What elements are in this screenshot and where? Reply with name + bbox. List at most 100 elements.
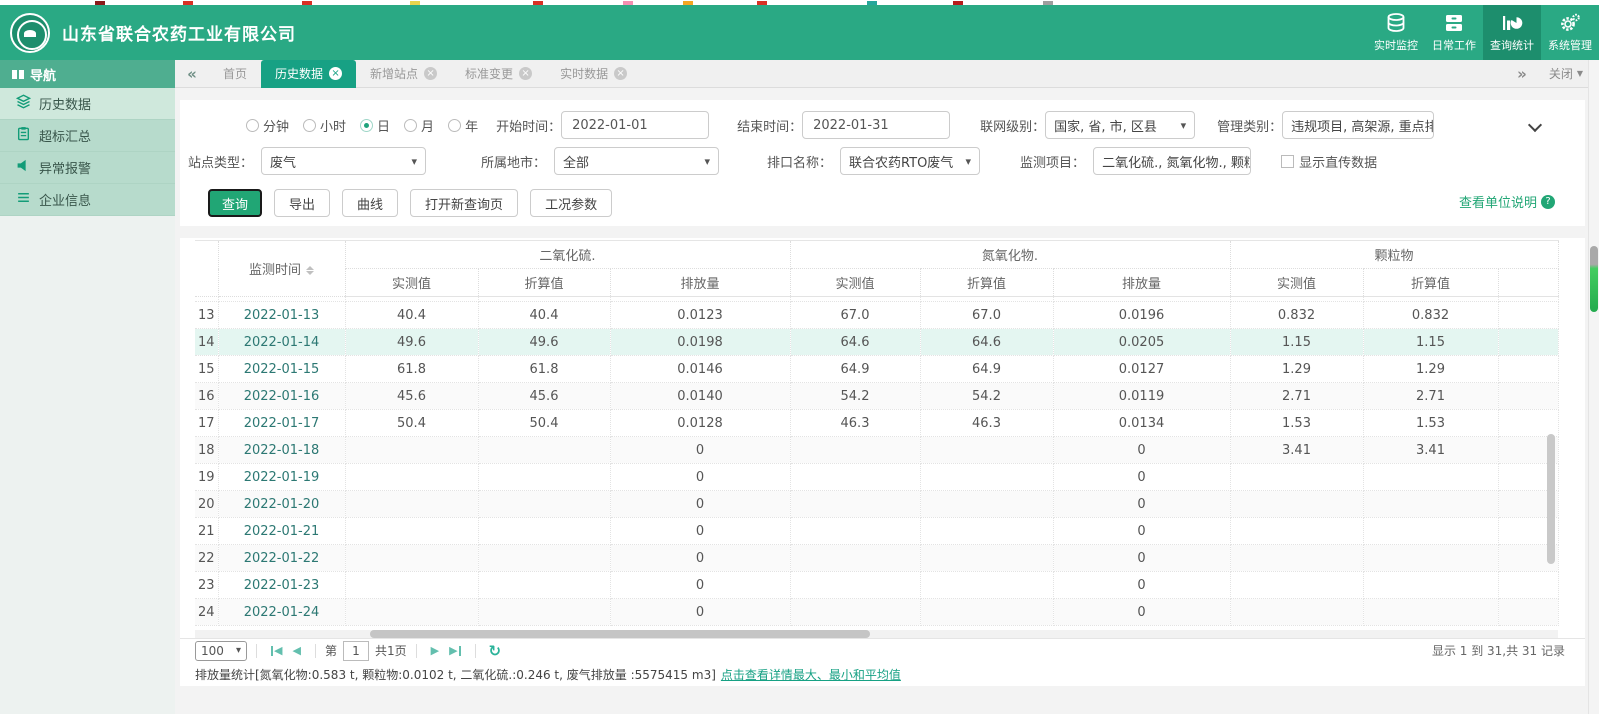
close-tabs-menu[interactable]: 关闭 ▼ <box>1549 65 1583 82</box>
cell-value: 0.832 <box>1363 301 1499 329</box>
cell-date: 2022-01-15 <box>218 355 346 383</box>
close-icon[interactable]: × <box>519 67 533 80</box>
cell-value: 46.3 <box>920 409 1054 437</box>
cell-value <box>1230 598 1364 626</box>
table-row[interactable]: 14 2022-01-14 49.6 49.6 0.0198 64.6 64.6 0.0205… <box>195 328 1559 356</box>
cell-value <box>1363 463 1499 491</box>
col-header: 实测值 <box>345 268 479 297</box>
page-number-input[interactable] <box>342 640 369 661</box>
network-level-select[interactable]: 国家, 省, 市, 区县 ▾ <box>1045 111 1196 139</box>
table-row[interactable]: 22 2022-01-22 0 0 <box>195 544 1559 572</box>
cell-value <box>1230 571 1364 599</box>
table-row[interactable]: 23 2022-01-23 0 0 <box>195 571 1559 599</box>
table-row[interactable]: 18 2022-01-18 0 0 3.41 3.41 <box>195 436 1559 464</box>
table-vertical-scrollbar-thumb[interactable] <box>1547 434 1555 564</box>
sidebar-item-history-data[interactable]: 历史数据 <box>0 88 175 120</box>
close-icon[interactable]: × <box>614 67 628 80</box>
outlet-select[interactable]: 联合农药RTO废气 ▾ <box>840 147 981 175</box>
close-icon[interactable]: × <box>329 67 343 80</box>
table-row[interactable]: 20 2022-01-20 0 0 <box>195 490 1559 518</box>
radio-circle <box>303 118 317 132</box>
cell-value: 0.0140 <box>610 382 791 410</box>
end-time-input[interactable] <box>802 111 951 139</box>
management-type-select[interactable]: 违规项目, 高架源, 重点排 ▾ <box>1282 111 1435 139</box>
page-scrollbar-thumb[interactable] <box>1590 246 1598 312</box>
direct-data-checkbox[interactable]: 显示直传数据 <box>1281 152 1377 171</box>
radio-minute[interactable]: 分钟 <box>246 116 289 135</box>
curve-button[interactable]: 曲线 <box>342 189 399 217</box>
monitor-item-select[interactable]: 二氧化硫., 氮氧化物., 颗粒 ▾ <box>1093 147 1252 175</box>
sidebar-item-abnormal-alarm[interactable]: 异常报警 <box>0 152 175 184</box>
expand-tabs-icon[interactable]: » <box>1517 65 1527 83</box>
tab-history-data[interactable]: 历史数据 × <box>261 59 357 88</box>
refresh-icon[interactable]: ↻ <box>489 642 502 660</box>
cell-date: 2022-01-22 <box>218 544 346 572</box>
tab-home[interactable]: 首页 <box>209 60 261 88</box>
query-button[interactable]: 查询 <box>208 189 263 217</box>
radio-day[interactable]: 日 <box>360 116 390 135</box>
city-select[interactable]: 全部 ▾ <box>554 147 720 175</box>
next-page-button[interactable]: ▶ <box>431 644 439 657</box>
unit-help-link[interactable]: 查看单位说明 ? <box>1459 192 1555 211</box>
tab-standard-change[interactable]: 标准变更 × <box>451 60 546 88</box>
tab-new-station[interactable]: 新增站点 × <box>356 60 451 88</box>
page-scrollbar[interactable] <box>1588 60 1599 714</box>
cell-value: 1.29 <box>1363 355 1499 383</box>
radio-circle <box>404 118 418 132</box>
sidebar-item-company-info[interactable]: 企业信息 <box>0 184 175 216</box>
nav-item-system-management[interactable]: 系统管理 <box>1541 5 1599 60</box>
sidebar-item-exceed-summary[interactable]: 超标汇总 <box>0 120 175 152</box>
start-time-label: 开始时间： <box>496 119 562 135</box>
open-new-query-button[interactable]: 打开新查询页 <box>410 189 519 217</box>
radio-month[interactable]: 月 <box>404 116 434 135</box>
station-type-select[interactable]: 废气 ▾ <box>261 147 427 175</box>
start-time-input[interactable] <box>561 111 710 139</box>
app-header: 山东省联合农药工业有限公司 实时监控 日常工作 查询统计 系统管理 <box>0 5 1599 60</box>
cell-value <box>1498 355 1559 383</box>
cabinet-icon <box>1443 12 1465 34</box>
collapse-tabs-icon[interactable]: « <box>175 65 209 83</box>
table-row[interactable]: 21 2022-01-21 0 0 <box>195 517 1559 545</box>
cell-value <box>1498 409 1559 437</box>
nav-item-realtime-monitor[interactable]: 实时监控 <box>1367 5 1425 60</box>
first-page-button[interactable]: ◀ <box>271 644 282 657</box>
last-page-button[interactable]: ▶ <box>449 644 460 657</box>
cell-value: 40.4 <box>478 301 611 329</box>
top-nav: 实时监控 日常工作 查询统计 系统管理 <box>1367 5 1599 60</box>
view-detail-link[interactable]: 点击查看详情最大、最小和平均值 <box>721 666 901 683</box>
horizontal-scrollbar-thumb[interactable] <box>370 630 870 638</box>
speaker-icon <box>16 158 31 177</box>
table-row[interactable]: 15 2022-01-15 61.8 61.8 0.0146 64.9 64.9 0.0127… <box>195 355 1559 383</box>
radio-hour[interactable]: 小时 <box>303 116 346 135</box>
table-row[interactable]: 24 2022-01-24 0 0 <box>195 598 1559 626</box>
table-row[interactable]: 16 2022-01-16 45.6 45.6 0.0140 54.2 54.2 0.0119… <box>195 382 1559 410</box>
cell-value <box>345 517 479 545</box>
cell-row-number: 20 <box>195 490 219 518</box>
app-root: 山东省联合农药工业有限公司 实时监控 日常工作 查询统计 系统管理 导航 历史数… <box>0 0 1599 714</box>
table-row[interactable]: 17 2022-01-17 50.4 50.4 0.0128 46.3 46.3 0.0134… <box>195 409 1559 437</box>
cell-value: 0 <box>1053 544 1231 572</box>
cell-value <box>790 544 921 572</box>
time-column-header[interactable]: 监测时间 <box>218 240 346 297</box>
prev-page-button[interactable]: ◀ <box>292 644 300 657</box>
cell-value: 0 <box>1053 490 1231 518</box>
nav-item-query-statistics[interactable]: 查询统计 <box>1483 5 1541 60</box>
cell-value <box>478 517 611 545</box>
page-size-select[interactable]: 100 ▾ <box>195 640 247 661</box>
working-params-button[interactable]: 工况参数 <box>530 189 613 217</box>
horizontal-scrollbar[interactable] <box>195 630 1558 638</box>
nav-item-daily-work[interactable]: 日常工作 <box>1425 5 1483 60</box>
tab-realtime-data[interactable]: 实时数据 × <box>546 60 641 88</box>
radio-year[interactable]: 年 <box>448 116 478 135</box>
table-row[interactable]: 13 2022-01-13 40.4 40.4 0.0123 67.0 67.0 0.0196… <box>195 301 1559 329</box>
cell-date: 2022-01-18 <box>218 436 346 464</box>
cell-value: 2.71 <box>1363 382 1499 410</box>
list-icon <box>16 190 31 209</box>
export-button[interactable]: 导出 <box>274 189 331 217</box>
cell-value: 67.0 <box>920 301 1054 329</box>
cell-value: 0 <box>1053 463 1231 491</box>
cell-value <box>790 517 921 545</box>
table-row[interactable]: 19 2022-01-19 0 0 <box>195 463 1559 491</box>
close-icon[interactable]: × <box>424 67 438 80</box>
chevron-down-icon: ▾ <box>1180 118 1187 132</box>
